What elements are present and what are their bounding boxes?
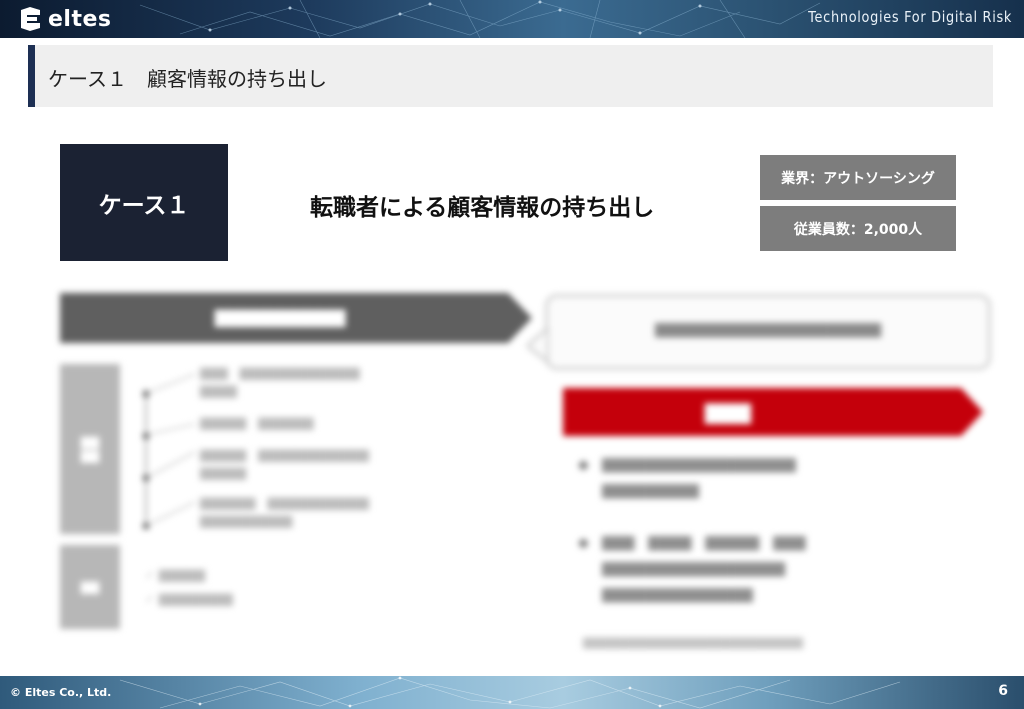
timeline-step-3: ▇▇▇▇▇ ▇▇▇▇▇▇▇▇▇▇▇▇ ▇▇▇▇▇: [200, 448, 369, 480]
side-block-result: ▇▇: [60, 545, 120, 629]
point-bullet-1: ◆ ▇▇▇▇▇▇▇▇▇▇▇▇▇▇▇▇▇▇ ▇▇▇▇▇▇▇▇▇: [578, 452, 975, 504]
speech-bubble-text: ▇▇▇▇▇▇▇▇▇▇▇▇▇▇▇▇▇▇▇▇▇: [654, 322, 882, 338]
pattern-arrow-label: ▇▇▇▇▇▇▇▇▇▇: [214, 308, 346, 328]
point-bullet-2: ◆ ▇▇▇ ▇▇▇▇ ▇▇▇▇▇ ▇▇▇ ▇▇▇▇▇▇▇▇▇▇▇▇▇▇▇▇▇ ▇▇▇…: [578, 530, 975, 608]
timeline-step-4: ▇▇▇▇▇▇ ▇▇▇▇▇▇▇▇▇▇▇ ▇▇▇▇▇▇▇▇▇▇: [200, 496, 369, 528]
bullet-marker: ◆: [578, 535, 589, 551]
timeline-step-1: ▇▇▇ ▇▇▇▇▇▇▇▇▇▇▇▇▇ ▇▇▇▇: [200, 366, 360, 398]
footer-band: © Eltes Co., Ltd. 6: [0, 676, 1024, 709]
blurred-content-region: ▇▇▇▇▇▇▇▇▇▇ ▇▇▇▇▇▇▇▇▇▇▇▇▇▇▇▇▇▇▇▇▇ ▇▇ ▇▇ ▇▇…: [0, 0, 1024, 709]
result-line-2: ✓ ▇▇▇▇▇▇▇▇: [145, 592, 233, 606]
point-banner-label: ▇▇▇: [704, 400, 752, 424]
timeline-step-2: ▇▇▇▇▇ ▇▇▇▇▇▇: [200, 416, 314, 430]
network-pattern-icon: [119, 676, 901, 709]
copyright-text: © Eltes Co., Ltd.: [10, 686, 112, 699]
result-line-1: ✓ ▇▇▇▇▇: [145, 568, 206, 582]
side-block-behavior: ▇▇ ▇▇: [60, 364, 120, 534]
footnote: ▇▇▇▇▇▇▇▇▇▇▇▇▇▇▇▇▇▇▇▇▇▇▇▇▇▇: [583, 636, 803, 649]
page-number: 6: [998, 683, 1008, 699]
bullet-marker: ◆: [578, 457, 589, 473]
